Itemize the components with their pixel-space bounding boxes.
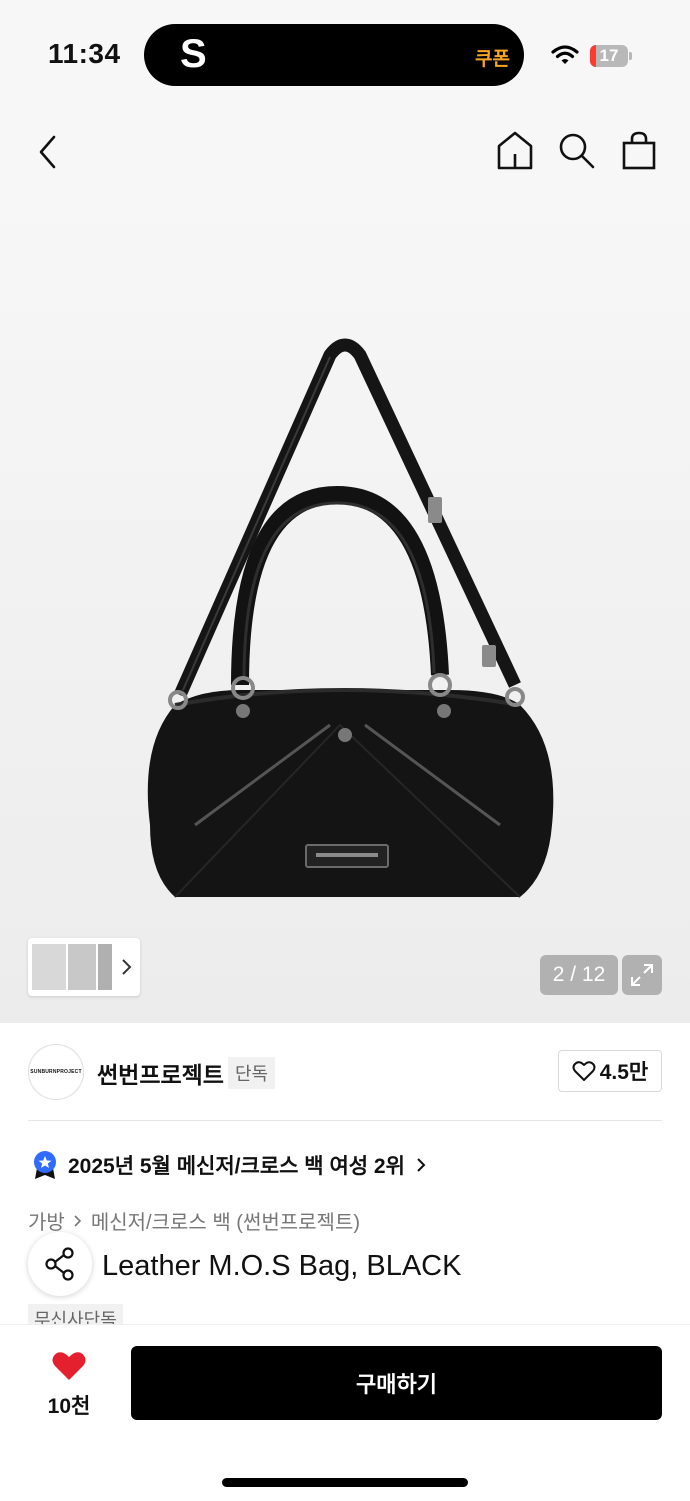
buy-button[interactable]: 구매하기 [131, 1346, 662, 1420]
brand-logo-text: SUNBURNPROJECT [30, 1069, 82, 1075]
battery-level: 17 [599, 46, 619, 65]
home-indicator[interactable] [222, 1478, 468, 1487]
thumbnail-strip[interactable] [28, 938, 140, 996]
heart-filled-icon [52, 1352, 86, 1380]
product-title: Leather M.O.S Bag, BLACK [102, 1250, 462, 1282]
ranking-badge-icon [34, 1151, 56, 1179]
wishlist-count: 10천 [47, 1395, 91, 1418]
chevron-left-icon[interactable] [34, 134, 64, 170]
brand-like-button[interactable]: 4.5만 [558, 1050, 662, 1092]
thumbnail-1[interactable] [32, 944, 66, 990]
breadcrumb-subcategory[interactable]: 메신저/크로스 백 (썬번프로젝트) [91, 1206, 360, 1235]
island-logo: S [180, 32, 207, 76]
coupon-label[interactable]: 쿠폰 [475, 44, 510, 71]
brand-name[interactable]: 썬번프로젝트 [97, 1056, 224, 1090]
expand-button[interactable] [622, 955, 662, 995]
share-icon [45, 1247, 74, 1281]
thumbnail-3[interactable] [98, 944, 112, 990]
thumbnail-2[interactable] [68, 944, 96, 990]
exclusive-tag: 단독 [228, 1057, 276, 1089]
ranking-link[interactable]: 2025년 5월 메신저/크로스 백 여성 2위 [32, 1150, 427, 1180]
search-icon[interactable] [558, 132, 596, 170]
battery-icon: 17 [590, 45, 628, 67]
heart-outline-icon [572, 1061, 596, 1081]
breadcrumb: 가방 메신저/크로스 백 (썬번프로젝트) [28, 1206, 360, 1235]
bag-icon[interactable] [621, 130, 657, 170]
divider [28, 1120, 662, 1121]
share-button[interactable] [28, 1232, 92, 1296]
expand-icon [631, 964, 653, 986]
battery-tip [629, 52, 632, 60]
image-counter: 2 / 12 [540, 955, 618, 995]
brand-like-count: 4.5만 [599, 1061, 649, 1084]
wishlist-button[interactable] [44, 1350, 94, 1387]
home-icon[interactable] [496, 130, 534, 170]
chevron-right-icon [417, 1158, 426, 1172]
chevron-right-icon [122, 959, 132, 975]
chevron-right-icon [74, 1214, 81, 1227]
product-image[interactable] [0, 185, 690, 1023]
ranking-text: 2025년 5월 메신저/크로스 백 여성 2위 [68, 1155, 405, 1178]
breadcrumb-category[interactable]: 가방 [28, 1206, 65, 1235]
handbag-illustration [147, 338, 554, 898]
brand-logo[interactable]: SUNBURNPROJECT [28, 1044, 84, 1100]
wifi-icon [551, 45, 579, 64]
status-time: 11:34 [48, 38, 121, 69]
